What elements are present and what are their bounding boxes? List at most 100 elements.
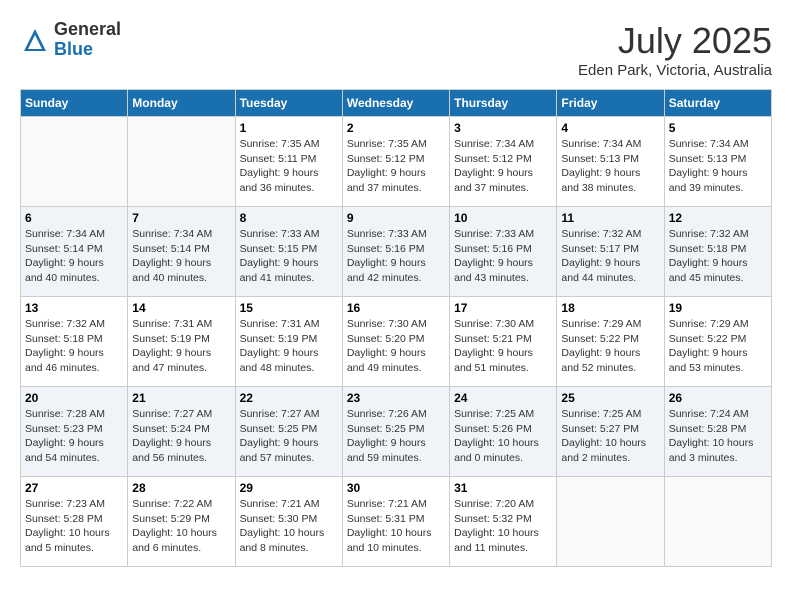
col-monday: Monday: [128, 90, 235, 117]
day-number: 11: [561, 211, 659, 225]
day-info: Sunrise: 7:34 AMSunset: 5:13 PMDaylight:…: [561, 137, 659, 196]
day-number: 27: [25, 481, 123, 495]
day-number: 21: [132, 391, 230, 405]
day-info: Sunrise: 7:20 AMSunset: 5:32 PMDaylight:…: [454, 497, 552, 556]
calendar-cell: 6 Sunrise: 7:34 AMSunset: 5:14 PMDaylight…: [21, 207, 128, 297]
day-number: 6: [25, 211, 123, 225]
calendar-cell: 14 Sunrise: 7:31 AMSunset: 5:19 PMDayligh…: [128, 297, 235, 387]
calendar-week-row: 13Sunrise: 7:32 AMSunset: 5:18 PMDayligh…: [21, 297, 772, 387]
day-info: Sunrise: 7:21 AMSunset: 5:31 PMDaylight:…: [347, 497, 445, 556]
calendar-cell: [664, 477, 771, 567]
day-info: Sunrise: 7:24 AMSunset: 5:28 PMDaylight:…: [669, 407, 767, 466]
calendar-cell: 10 Sunrise: 7:33 AMSunset: 5:16 PMDayligh…: [450, 207, 557, 297]
day-number: 9: [347, 211, 445, 225]
day-info: Sunrise: 7:28 AMSunset: 5:23 PMDaylight:…: [25, 407, 123, 466]
col-friday: Friday: [557, 90, 664, 117]
day-info: Sunrise: 7:33 AMSunset: 5:16 PMDaylight:…: [454, 227, 552, 286]
calendar-cell: 16 Sunrise: 7:30 AMSunset: 5:20 PMDayligh…: [342, 297, 449, 387]
logo-blue: Blue: [54, 39, 93, 59]
day-info: Sunrise: 7:32 AMSunset: 5:18 PMDaylight:…: [25, 317, 123, 376]
calendar-cell: 4 Sunrise: 7:34 AMSunset: 5:13 PMDaylight…: [557, 117, 664, 207]
calendar-cell: [557, 477, 664, 567]
day-number: 15: [240, 301, 338, 315]
calendar-cell: 21 Sunrise: 7:27 AMSunset: 5:24 PMDayligh…: [128, 387, 235, 477]
calendar-cell: 22 Sunrise: 7:27 AMSunset: 5:25 PMDayligh…: [235, 387, 342, 477]
day-number: 1: [240, 121, 338, 135]
day-info: Sunrise: 7:34 AMSunset: 5:14 PMDaylight:…: [25, 227, 123, 286]
calendar-cell: 12Sunrise: 7:32 AMSunset: 5:18 PMDayligh…: [664, 207, 771, 297]
day-number: 20: [25, 391, 123, 405]
calendar-cell: 28Sunrise: 7:22 AMSunset: 5:29 PMDayligh…: [128, 477, 235, 567]
logo: General Blue: [20, 20, 121, 60]
calendar-cell: 20 Sunrise: 7:28 AMSunset: 5:23 PMDayligh…: [21, 387, 128, 477]
day-number: 26: [669, 391, 767, 405]
calendar-cell: 11 Sunrise: 7:32 AMSunset: 5:17 PMDayligh…: [557, 207, 664, 297]
calendar-cell: 1Sunrise: 7:35 AMSunset: 5:11 PMDaylight…: [235, 117, 342, 207]
day-info: Sunrise: 7:33 AMSunset: 5:15 PMDaylight:…: [240, 227, 338, 286]
col-tuesday: Tuesday: [235, 90, 342, 117]
day-info: Sunrise: 7:25 AMSunset: 5:26 PMDaylight:…: [454, 407, 552, 466]
day-number: 31: [454, 481, 552, 495]
day-number: 4: [561, 121, 659, 135]
calendar-cell: 13Sunrise: 7:32 AMSunset: 5:18 PMDayligh…: [21, 297, 128, 387]
col-saturday: Saturday: [664, 90, 771, 117]
day-number: 12: [669, 211, 767, 225]
day-info: Sunrise: 7:32 AMSunset: 5:17 PMDaylight:…: [561, 227, 659, 286]
day-info: Sunrise: 7:29 AMSunset: 5:22 PMDaylight:…: [669, 317, 767, 376]
calendar-cell: 2Sunrise: 7:35 AMSunset: 5:12 PMDaylight…: [342, 117, 449, 207]
day-info: Sunrise: 7:30 AMSunset: 5:21 PMDaylight:…: [454, 317, 552, 376]
day-info: Sunrise: 7:25 AMSunset: 5:27 PMDaylight:…: [561, 407, 659, 466]
day-info: Sunrise: 7:34 AMSunset: 5:12 PMDaylight:…: [454, 137, 552, 196]
day-number: 14: [132, 301, 230, 315]
day-info: Sunrise: 7:21 AMSunset: 5:30 PMDaylight:…: [240, 497, 338, 556]
day-number: 5: [669, 121, 767, 135]
day-number: 24: [454, 391, 552, 405]
calendar-cell: 30Sunrise: 7:21 AMSunset: 5:31 PMDayligh…: [342, 477, 449, 567]
calendar-week-row: 6 Sunrise: 7:34 AMSunset: 5:14 PMDaylight…: [21, 207, 772, 297]
logo-icon: [20, 25, 50, 55]
day-info: Sunrise: 7:31 AMSunset: 5:19 PMDaylight:…: [132, 317, 230, 376]
day-number: 22: [240, 391, 338, 405]
calendar-cell: 5 Sunrise: 7:34 AMSunset: 5:13 PMDaylight…: [664, 117, 771, 207]
day-info: Sunrise: 7:35 AMSunset: 5:12 PMDaylight:…: [347, 137, 445, 196]
calendar-cell: 27Sunrise: 7:23 AMSunset: 5:28 PMDayligh…: [21, 477, 128, 567]
col-sunday: Sunday: [21, 90, 128, 117]
calendar-cell: 18Sunrise: 7:29 AMSunset: 5:22 PMDayligh…: [557, 297, 664, 387]
month-title: July 2025: [578, 20, 772, 62]
calendar-cell: 25 Sunrise: 7:25 AMSunset: 5:27 PMDayligh…: [557, 387, 664, 477]
calendar-table: Sunday Monday Tuesday Wednesday Thursday…: [20, 89, 772, 567]
day-info: Sunrise: 7:30 AMSunset: 5:20 PMDaylight:…: [347, 317, 445, 376]
calendar-cell: 29 Sunrise: 7:21 AMSunset: 5:30 PMDayligh…: [235, 477, 342, 567]
col-thursday: Thursday: [450, 90, 557, 117]
calendar-week-row: 27Sunrise: 7:23 AMSunset: 5:28 PMDayligh…: [21, 477, 772, 567]
day-number: 7: [132, 211, 230, 225]
day-number: 28: [132, 481, 230, 495]
day-number: 19: [669, 301, 767, 315]
day-number: 29: [240, 481, 338, 495]
day-info: Sunrise: 7:26 AMSunset: 5:25 PMDaylight:…: [347, 407, 445, 466]
calendar-week-row: 20 Sunrise: 7:28 AMSunset: 5:23 PMDayligh…: [21, 387, 772, 477]
calendar-cell: 15Sunrise: 7:31 AMSunset: 5:19 PMDayligh…: [235, 297, 342, 387]
day-number: 10: [454, 211, 552, 225]
location-subtitle: Eden Park, Victoria, Australia: [578, 62, 772, 79]
calendar-cell: 7Sunrise: 7:34 AMSunset: 5:14 PMDaylight…: [128, 207, 235, 297]
logo-general: General: [54, 19, 121, 39]
calendar-cell: 8 Sunrise: 7:33 AMSunset: 5:15 PMDaylight…: [235, 207, 342, 297]
col-wednesday: Wednesday: [342, 90, 449, 117]
header-row: Sunday Monday Tuesday Wednesday Thursday…: [21, 90, 772, 117]
day-number: 8: [240, 211, 338, 225]
day-number: 16: [347, 301, 445, 315]
day-number: 17: [454, 301, 552, 315]
title-block: July 2025 Eden Park, Victoria, Australia: [578, 20, 772, 79]
calendar-cell: 9Sunrise: 7:33 AMSunset: 5:16 PMDaylight…: [342, 207, 449, 297]
day-info: Sunrise: 7:27 AMSunset: 5:25 PMDaylight:…: [240, 407, 338, 466]
calendar-cell: 31 Sunrise: 7:20 AMSunset: 5:32 PMDayligh…: [450, 477, 557, 567]
day-number: 25: [561, 391, 659, 405]
calendar-week-row: 1Sunrise: 7:35 AMSunset: 5:11 PMDaylight…: [21, 117, 772, 207]
day-info: Sunrise: 7:27 AMSunset: 5:24 PMDaylight:…: [132, 407, 230, 466]
logo-text: General Blue: [54, 20, 121, 60]
calendar-cell: 24 Sunrise: 7:25 AMSunset: 5:26 PMDayligh…: [450, 387, 557, 477]
page-header: General Blue July 2025 Eden Park, Victor…: [20, 20, 772, 79]
day-info: Sunrise: 7:34 AMSunset: 5:13 PMDaylight:…: [669, 137, 767, 196]
calendar-cell: 23Sunrise: 7:26 AMSunset: 5:25 PMDayligh…: [342, 387, 449, 477]
